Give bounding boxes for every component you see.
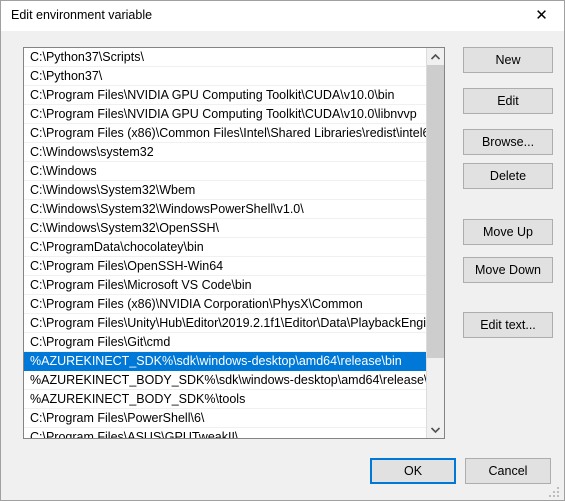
delete-button[interactable]: Delete <box>463 163 553 189</box>
move-up-button[interactable]: Move Up <box>463 219 553 245</box>
grip-dot <box>557 487 559 489</box>
path-list-item[interactable]: %AZUREKINECT_BODY_SDK%\tools <box>24 390 427 409</box>
edit-environment-variable-dialog: Edit environment variable ✕ C:\Python37\… <box>0 0 565 501</box>
path-list-item[interactable]: C:\Windows\System32\OpenSSH\ <box>24 219 427 238</box>
grip-dot <box>553 491 555 493</box>
path-list-item[interactable]: C:\ProgramData\chocolatey\bin <box>24 238 427 257</box>
path-list-item[interactable]: C:\Program Files\PowerShell\6\ <box>24 409 427 428</box>
grip-dot <box>557 491 559 493</box>
path-list-item[interactable]: C:\Program Files\ASUS\GPUTweakII\... <box>24 428 427 438</box>
title-bar: Edit environment variable ✕ <box>1 1 564 32</box>
path-list-item[interactable]: C:\Program Files\NVIDIA GPU Computing To… <box>24 86 427 105</box>
path-list-rows: C:\Python37\Scripts\ C:\Python37\ C:\Progr… <box>24 48 427 438</box>
grip-dot <box>553 495 555 497</box>
path-list-item[interactable]: C:\Windows\System32\WindowsPowerShell\v1… <box>24 200 427 219</box>
new-button[interactable]: New <box>463 47 553 73</box>
path-list-scrollbar[interactable] <box>426 48 444 438</box>
close-button[interactable]: ✕ <box>519 1 564 30</box>
path-list-item[interactable]: C:\Program Files\Git\cmd <box>24 333 427 352</box>
path-list-item[interactable]: C:\Windows\system32 <box>24 143 427 162</box>
resize-grip[interactable] <box>549 485 561 497</box>
browse-button[interactable]: Browse... <box>463 129 553 155</box>
path-list-item[interactable]: C:\Python37\Scripts\ <box>24 48 427 67</box>
path-list-item[interactable]: C:\Python37\ <box>24 67 427 86</box>
path-list[interactable]: C:\Python37\Scripts\ C:\Python37\ C:\Progr… <box>23 47 445 439</box>
page-title: Edit environment variable <box>11 8 153 22</box>
scroll-down-button[interactable] <box>427 421 444 438</box>
edit-button[interactable]: Edit <box>463 88 553 114</box>
path-list-item[interactable]: C:\Windows\System32\Wbem <box>24 181 427 200</box>
chevron-down-icon <box>431 426 440 433</box>
path-list-item[interactable]: C:\Program Files\OpenSSH-Win64 <box>24 257 427 276</box>
ok-button[interactable]: OK <box>370 458 456 484</box>
dialog-body: C:\Python37\Scripts\ C:\Python37\ C:\Progr… <box>1 31 564 500</box>
close-icon: ✕ <box>535 6 548 24</box>
path-list-item[interactable]: %AZUREKINECT_BODY_SDK%\sdk\windows-deskt… <box>24 371 427 390</box>
cancel-button[interactable]: Cancel <box>465 458 551 484</box>
move-down-button[interactable]: Move Down <box>463 257 553 283</box>
path-list-item[interactable]: %AZUREKINECT_SDK%\sdk\windows-desktop\am… <box>24 352 427 371</box>
grip-dot <box>549 495 551 497</box>
edit-text-button[interactable]: Edit text... <box>463 312 553 338</box>
path-list-item[interactable]: C:\Program Files (x86)\NVIDIA Corporatio… <box>24 295 427 314</box>
path-list-item[interactable]: C:\Program Files\Microsoft VS Code\bin <box>24 276 427 295</box>
scrollbar-thumb[interactable] <box>427 65 444 358</box>
chevron-up-icon <box>431 53 440 60</box>
path-list-item[interactable]: C:\Program Files\NVIDIA GPU Computing To… <box>24 105 427 124</box>
grip-dot <box>557 495 559 497</box>
path-list-item[interactable]: C:\Windows <box>24 162 427 181</box>
path-list-item[interactable]: C:\Program Files\Unity\Hub\Editor\2019.2… <box>24 314 427 333</box>
scroll-up-button[interactable] <box>427 48 444 65</box>
path-list-item[interactable]: C:\Program Files (x86)\Common Files\Inte… <box>24 124 427 143</box>
